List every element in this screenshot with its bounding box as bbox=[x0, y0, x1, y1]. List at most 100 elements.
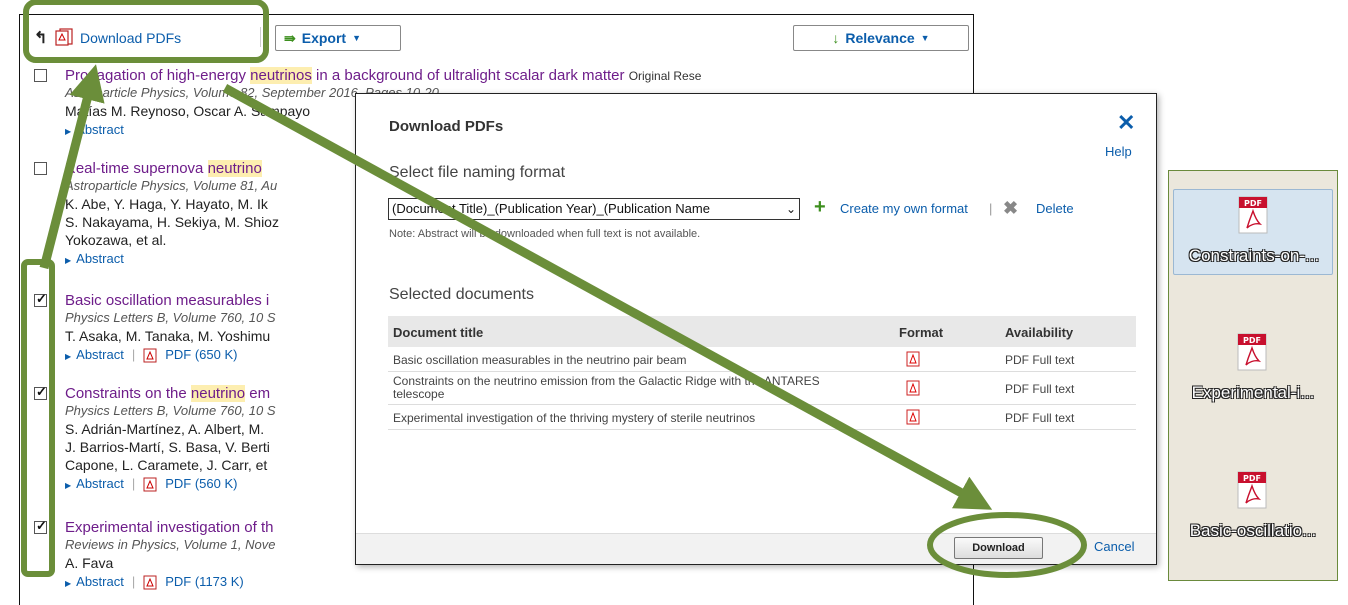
table-header: Document title Format Availability bbox=[388, 316, 1136, 347]
result-source: Physics Letters B, Volume 760, 10 S bbox=[65, 403, 276, 418]
doc-title-cell: Experimental investigation of the thrivi… bbox=[393, 411, 756, 425]
link-separator: | bbox=[131, 476, 136, 491]
availability-cell: PDF Full text bbox=[1005, 382, 1075, 396]
result-source: Reviews in Physics, Volume 1, Nove bbox=[65, 537, 276, 552]
svg-text:PDF: PDF bbox=[1243, 336, 1261, 345]
result-title[interactable]: Real-time supernova neutrino bbox=[65, 160, 262, 177]
download-button[interactable]: Download bbox=[954, 537, 1043, 559]
file-name: Experimental-i... bbox=[1191, 383, 1315, 402]
table-row: Experimental investigation of the thrivi… bbox=[388, 405, 1136, 430]
abstract-link[interactable]: Abstract bbox=[76, 122, 124, 137]
results-toolbar: ↰ Download PDFs ⇛ Export ▼ ↓ Relevance ▼ bbox=[20, 15, 973, 59]
export-label: Export bbox=[301, 30, 347, 46]
pdf-file-icon: PDF bbox=[1237, 471, 1267, 509]
selected-documents-heading: Selected documents bbox=[389, 286, 534, 303]
file-name: Basic-oscillatio... bbox=[1189, 521, 1317, 540]
result-source: Physics Letters B, Volume 760, 10 S bbox=[65, 310, 276, 325]
toolbar-divider bbox=[260, 27, 261, 47]
result-authors: Matías M. Reynoso, Oscar A. Sampayo bbox=[65, 103, 311, 119]
col-availability: Availability bbox=[1005, 325, 1074, 340]
link-separator: | bbox=[989, 201, 993, 216]
availability-cell: PDF Full text bbox=[1005, 353, 1075, 367]
result-source: Astroparticle Physics, Volume 81, Au bbox=[65, 178, 278, 193]
result-links: ▶ Abstract | PDF (560 K) bbox=[65, 476, 237, 492]
table-row: Basic oscillation measurables in the neu… bbox=[388, 347, 1136, 372]
delete-x-icon[interactable]: ✖ bbox=[1003, 198, 1018, 219]
pdf-icon bbox=[143, 477, 157, 492]
result-authors: Yokozawa, et al. bbox=[65, 232, 167, 248]
pdf-stack-icon[interactable] bbox=[54, 28, 78, 46]
col-document-title: Document title bbox=[393, 325, 484, 340]
pdf-file-icon: PDF bbox=[1238, 196, 1268, 234]
plus-icon[interactable]: + bbox=[814, 197, 826, 217]
chevron-down-icon: ▼ bbox=[352, 33, 361, 43]
naming-format-select[interactable]: (Document Title)_(Publication Year)_(Pub… bbox=[388, 198, 800, 220]
pdf-file-icon: PDF bbox=[1237, 333, 1267, 371]
result-checkbox[interactable] bbox=[34, 69, 47, 82]
result-checkbox-checked[interactable] bbox=[34, 384, 47, 400]
article-type: Original Rese bbox=[628, 69, 702, 83]
pdf-icon bbox=[906, 351, 920, 367]
pdf-icon bbox=[143, 348, 157, 363]
file-name: Constraints-on-... bbox=[1188, 246, 1320, 265]
result-authors: S. Nakayama, H. Sekiya, M. Shioz bbox=[65, 214, 279, 230]
result-title[interactable]: Experimental investigation of th bbox=[65, 519, 273, 536]
result-authors: T. Asaka, M. Tanaka, M. Yoshimu bbox=[65, 328, 271, 344]
abstract-link[interactable]: Abstract bbox=[76, 251, 124, 266]
svg-text:PDF: PDF bbox=[1243, 474, 1261, 483]
naming-format-heading: Select file naming format bbox=[389, 164, 566, 181]
link-separator: | bbox=[131, 347, 136, 362]
back-arrow-icon[interactable]: ↰ bbox=[34, 28, 47, 48]
pdf-file-item[interactable]: PDF Experimental-i... bbox=[1173, 327, 1333, 413]
expand-triangle-icon: ▶ bbox=[65, 481, 72, 490]
result-title[interactable]: Basic oscillation measurables i bbox=[65, 292, 269, 309]
doc-title-cell: Basic oscillation measurables in the neu… bbox=[393, 353, 687, 367]
abstract-link[interactable]: Abstract bbox=[76, 347, 124, 362]
abstract-link[interactable]: Abstract bbox=[76, 574, 124, 589]
result-checkbox[interactable] bbox=[34, 162, 47, 175]
download-pdfs-dialog: Download PDFs ✕ Help Select file naming … bbox=[355, 93, 1157, 565]
table-row: Constraints on the neutrino emission fro… bbox=[388, 372, 1136, 405]
result-links: ▶ Abstract | PDF (650 K) bbox=[65, 347, 237, 363]
pdf-file-item[interactable]: PDF Constraints-on-... bbox=[1173, 189, 1333, 275]
pdf-download-link[interactable]: PDF (1173 K) bbox=[165, 574, 244, 589]
close-icon[interactable]: ✕ bbox=[1117, 110, 1135, 136]
col-format: Format bbox=[899, 325, 944, 340]
result-title[interactable]: Constraints on the neutrino em bbox=[65, 385, 270, 402]
link-separator: | bbox=[131, 574, 136, 589]
pdf-icon bbox=[906, 380, 920, 396]
svg-text:PDF: PDF bbox=[1244, 199, 1262, 208]
cancel-link[interactable]: Cancel bbox=[1094, 539, 1134, 554]
result-links: ▶ Abstract bbox=[65, 122, 124, 137]
expand-triangle-icon: ▶ bbox=[65, 256, 72, 265]
selected-documents-table: Document title Format Availability Basic… bbox=[388, 316, 1136, 430]
naming-format-value: (Document Title)_(Publication Year)_(Pub… bbox=[392, 201, 710, 216]
expand-triangle-icon: ▶ bbox=[65, 127, 72, 136]
expand-triangle-icon: ▶ bbox=[65, 579, 72, 588]
pdf-download-link[interactable]: PDF (650 K) bbox=[165, 347, 237, 362]
download-note: Note: Abstract will be downloaded when f… bbox=[389, 228, 701, 240]
result-checkbox-checked[interactable] bbox=[34, 518, 47, 534]
result-authors: A. Fava bbox=[65, 555, 114, 571]
abstract-link[interactable]: Abstract bbox=[76, 476, 124, 491]
download-pdfs-link[interactable]: Download PDFs bbox=[80, 30, 181, 46]
sort-relevance-button[interactable]: ↓ Relevance ▼ bbox=[793, 25, 969, 51]
chevron-down-icon: ▼ bbox=[920, 33, 930, 43]
expand-triangle-icon: ▶ bbox=[65, 352, 72, 361]
dialog-title: Download PDFs bbox=[389, 118, 504, 135]
pdf-download-link[interactable]: PDF (560 K) bbox=[165, 476, 237, 491]
pdf-file-item[interactable]: PDF Basic-oscillatio... bbox=[1173, 465, 1333, 551]
downloaded-files-panel: PDF Constraints-on-... PDF Experimental-… bbox=[1168, 170, 1338, 581]
result-authors: K. Abe, Y. Haga, Y. Hayato, M. Ik bbox=[65, 196, 268, 212]
result-authors: S. Adrián-Martínez, A. Albert, M. bbox=[65, 421, 265, 437]
export-button[interactable]: ⇛ Export ▼ bbox=[275, 25, 401, 51]
doc-title-cell: Constraints on the neutrino emission fro… bbox=[393, 374, 820, 401]
delete-link[interactable]: Delete bbox=[1036, 201, 1074, 216]
help-link[interactable]: Help bbox=[1105, 144, 1132, 159]
result-checkbox-checked[interactable] bbox=[34, 291, 47, 307]
chevron-down-icon: ⌄ bbox=[785, 202, 796, 216]
result-links: ▶ Abstract bbox=[65, 251, 124, 266]
create-format-link[interactable]: Create my own format bbox=[840, 201, 968, 216]
result-title[interactable]: Propagation of high-energy neutrinos in … bbox=[65, 67, 701, 84]
availability-cell: PDF Full text bbox=[1005, 411, 1075, 425]
